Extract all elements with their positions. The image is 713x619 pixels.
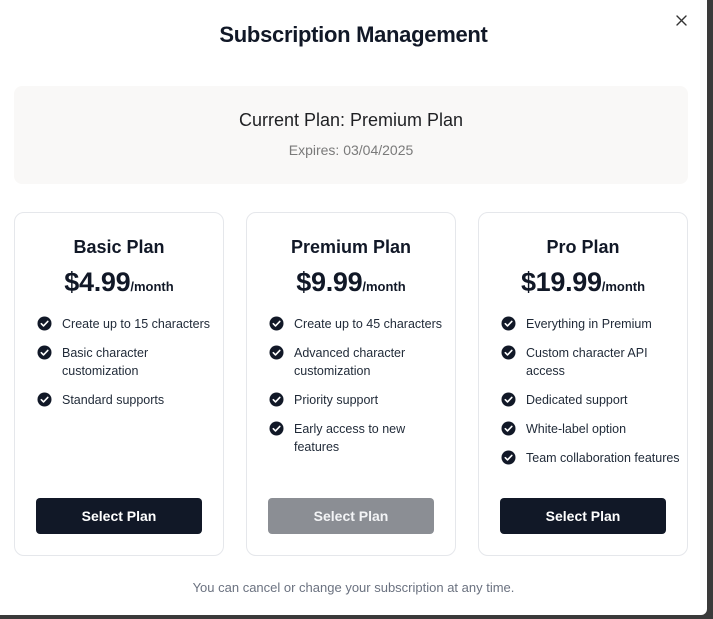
price-amount: $4.99 [64,267,131,297]
check-circle-icon [269,316,284,331]
feature-text: Everything in Premium [526,317,652,331]
modal-title: Subscription Management [219,22,488,47]
plan-price: $19.99/month [479,267,687,298]
feature-item: Team collaboration features [501,449,681,467]
feature-item: Everything in Premium [501,315,681,333]
feature-text: Team collaboration features [526,451,680,465]
feature-text: Dedicated support [526,393,628,407]
price-amount: $19.99 [520,267,602,297]
plan-name: Pro Plan [546,237,620,257]
feature-item: White-label option [501,420,681,438]
current-plan-expires: Expires: 03/04/2025 [288,142,414,158]
check-circle-icon [37,316,52,331]
check-circle-icon [501,450,516,465]
select-plan-button-pro[interactable]: Select Plan [500,498,666,534]
check-circle-icon [501,316,516,331]
plan-card-basic: Basic Plan $4.99/month Create up to 15 c… [14,212,224,556]
feature-item: Early access to new features [269,420,449,456]
feature-item: Create up to 45 characters [269,315,449,333]
feature-list: Create up to 45 characters Advanced char… [269,315,449,467]
plan-cards: Basic Plan $4.99/month Create up to 15 c… [14,212,688,556]
feature-item: Dedicated support [501,391,681,409]
check-circle-icon [269,421,284,436]
check-circle-icon [501,392,516,407]
price-amount: $9.99 [296,267,363,297]
feature-text: Custom character API access [526,346,648,378]
feature-item: Standard supports [37,391,217,409]
select-plan-button-basic[interactable]: Select Plan [36,498,202,534]
feature-text: Create up to 45 characters [294,317,442,331]
current-plan-label: Current Plan: Premium Plan [238,110,464,130]
plan-price: $4.99/month [15,267,223,298]
footer-note: You can cancel or change your subscripti… [192,580,515,595]
feature-list: Everything in Premium Custom character A… [501,315,681,478]
feature-text: Advanced character customization [294,346,406,378]
plan-name: Basic Plan [73,237,165,257]
feature-text: Early access to new features [294,422,406,454]
feature-item: Custom character API access [501,344,681,380]
check-circle-icon [269,345,284,360]
feature-text: Standard supports [62,393,165,407]
price-period: /month [130,279,174,294]
feature-item: Priority support [269,391,449,409]
plan-card-premium: Premium Plan $9.99/month Create up to 45… [246,212,456,556]
check-circle-icon [269,392,284,407]
current-plan-panel: Current Plan: Premium Plan Expires: 03/0… [14,86,688,184]
feature-item: Basic character customization [37,344,217,380]
feature-text: Create up to 15 characters [62,317,210,331]
check-circle-icon [501,345,516,360]
check-circle-icon [37,392,52,407]
plan-name: Premium Plan [290,237,412,257]
check-circle-icon [501,421,516,436]
plan-card-pro: Pro Plan $19.99/month Everything in Prem… [478,212,688,556]
feature-text: Basic character customization [62,346,149,378]
feature-text: Priority support [294,393,379,407]
feature-item: Create up to 15 characters [37,315,217,333]
feature-text: White-label option [526,422,627,436]
feature-item: Advanced character customization [269,344,449,380]
select-plan-button-premium[interactable]: Select Plan [268,498,434,534]
price-period: /month [362,279,406,294]
check-circle-icon [37,345,52,360]
subscription-modal: Subscription Management Current Plan: Pr… [0,0,707,615]
price-period: /month [601,279,646,294]
feature-list: Create up to 15 characters Basic charact… [37,315,217,420]
plan-price: $9.99/month [247,267,455,298]
